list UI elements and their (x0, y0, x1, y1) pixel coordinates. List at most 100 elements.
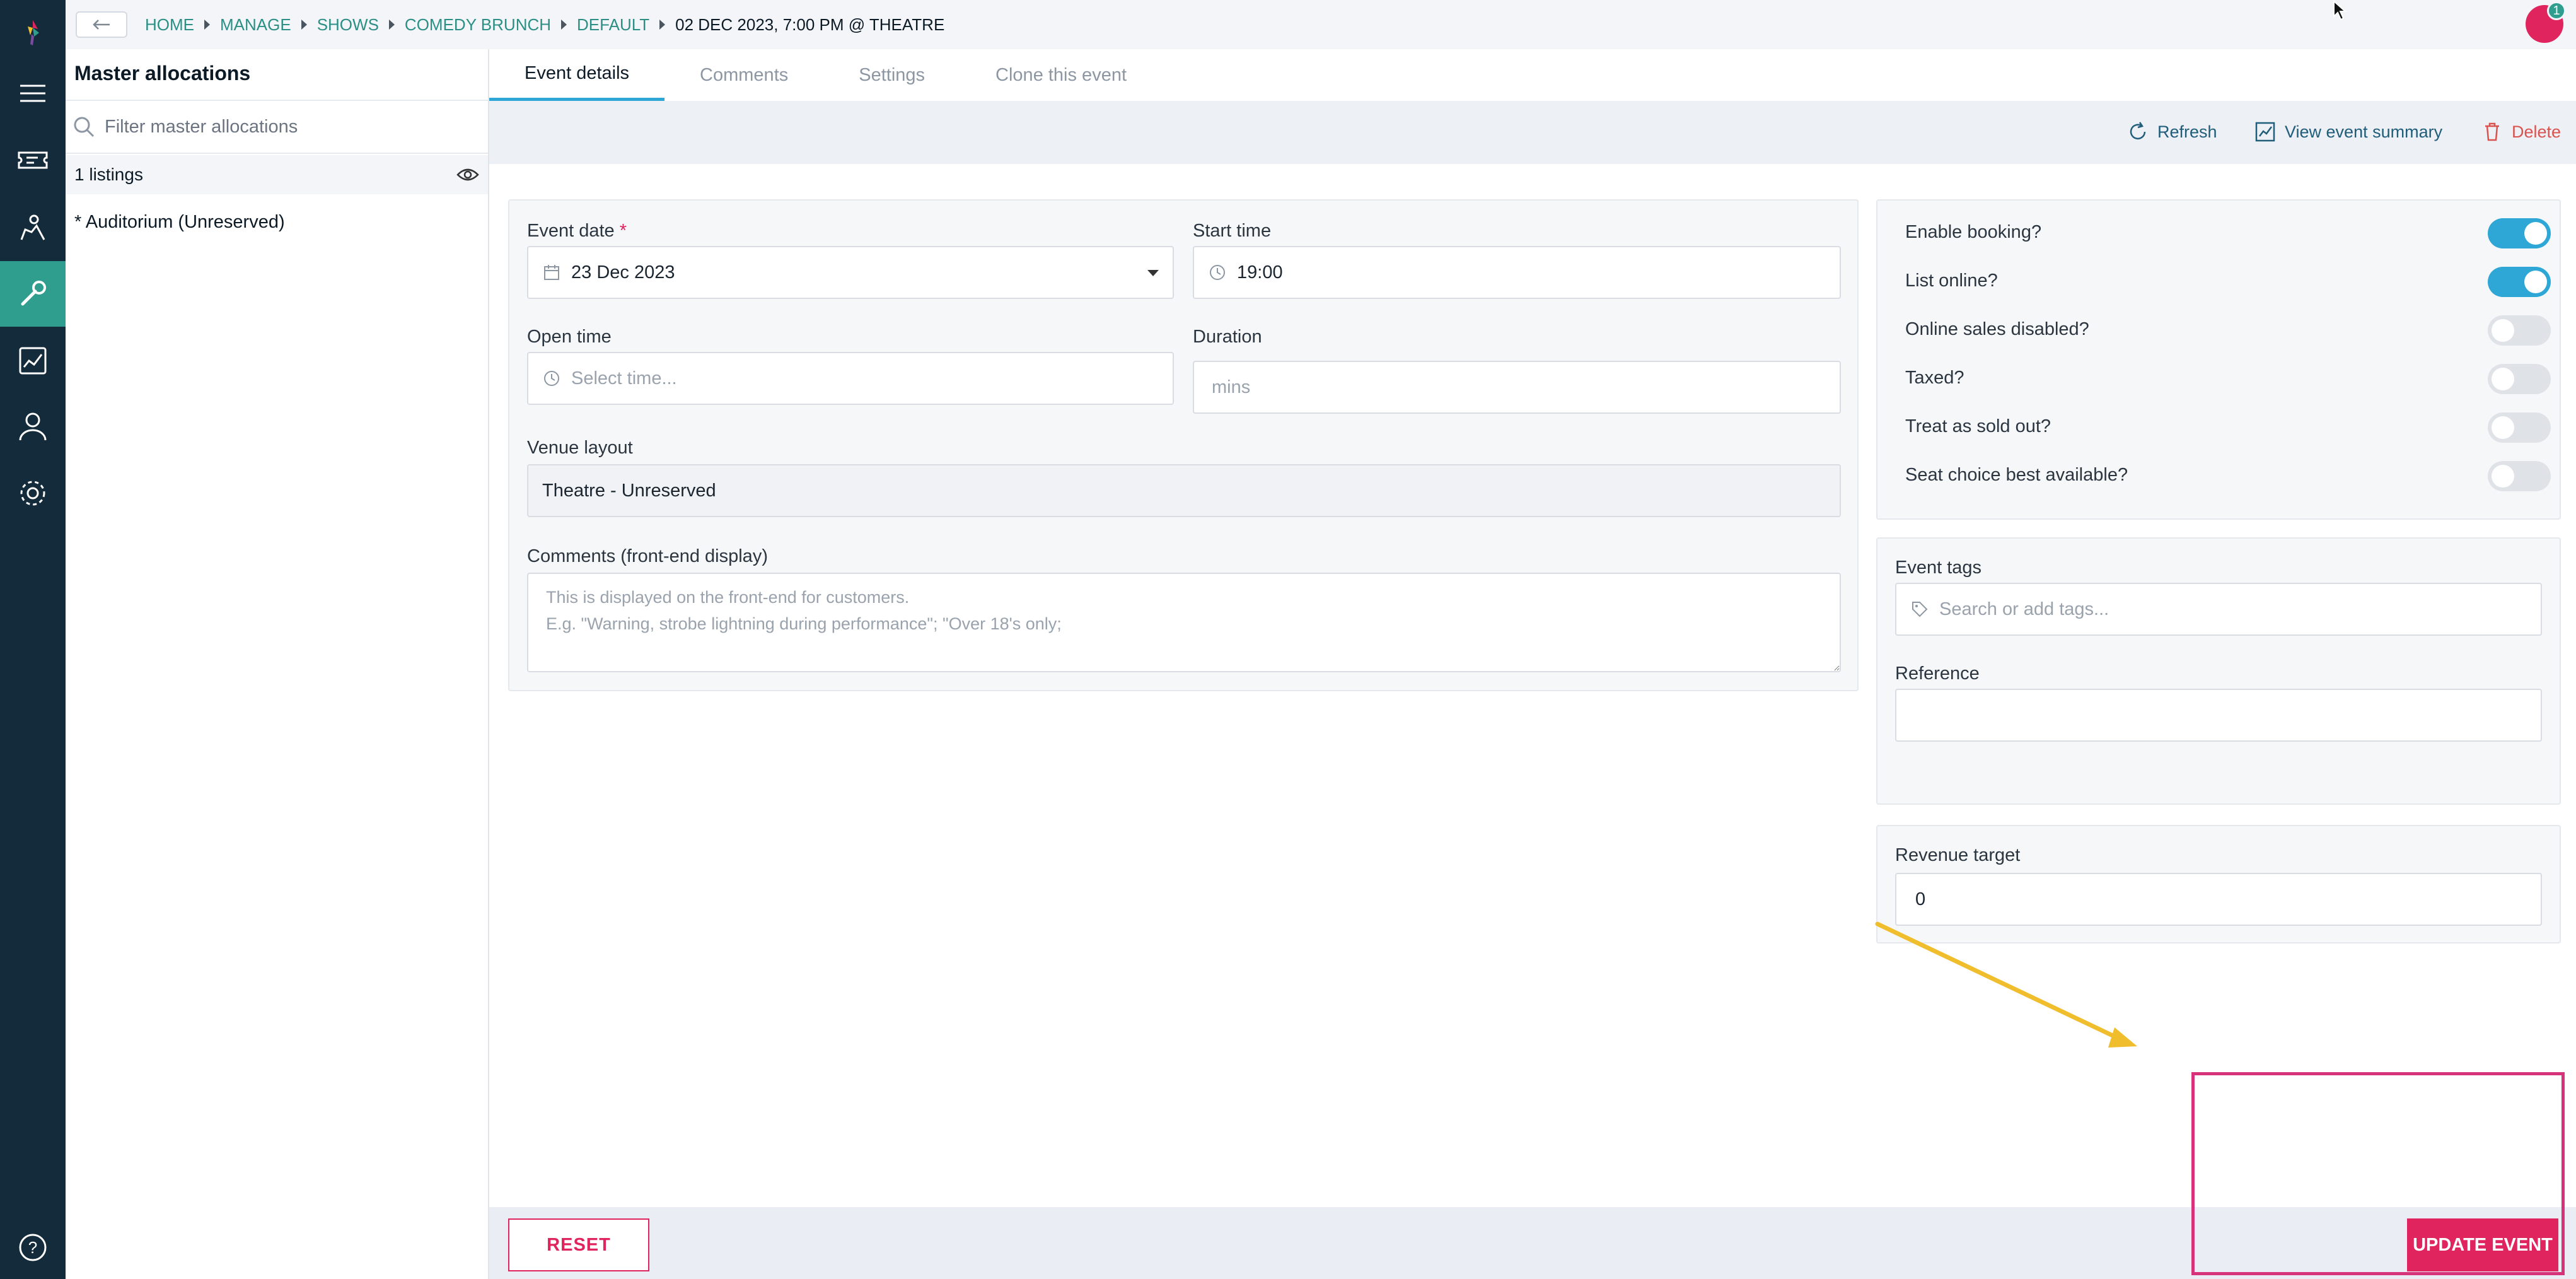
taxed-toggle[interactable] (2488, 364, 2551, 394)
duration-placeholder: mins (1212, 377, 1251, 397)
app-rail: ? (0, 0, 66, 1279)
revenue-target-label: Revenue target (1895, 845, 2021, 865)
listings-count: 1 listings (74, 165, 143, 184)
search-icon (74, 117, 95, 137)
breadcrumb-separator-icon (204, 20, 210, 30)
breadcrumb-separator-icon (301, 20, 307, 30)
clock-icon (544, 371, 559, 386)
toggle-label-enable-booking: Enable booking? (1905, 222, 2042, 242)
settings-gear-icon[interactable] (0, 460, 66, 526)
svg-text:?: ? (28, 1238, 37, 1257)
refresh-label: Refresh (2157, 122, 2217, 141)
action-bar: Refresh View event summary Delete (489, 101, 2576, 164)
clock-icon (1210, 265, 1225, 280)
breadcrumb-manage[interactable]: MANAGE (220, 15, 291, 35)
breadcrumb-separator-icon (561, 20, 567, 30)
tab-comments[interactable]: Comments (664, 49, 823, 101)
tab-clone-event[interactable]: Clone this event (960, 49, 1162, 101)
venue-layout-field: Theatre - Unreserved (527, 464, 1841, 517)
venue-layout-value: Theatre - Unreserved (542, 480, 716, 501)
master-allocations-panel: Master allocations 1 listings * Auditori… (66, 49, 489, 1279)
allocations-filter (66, 100, 488, 154)
toggle-label-sold-out: Treat as sold out? (1905, 416, 2051, 436)
best-available-toggle[interactable] (2488, 461, 2551, 491)
revenue-target-value: 0 (1915, 889, 1926, 909)
list-online-toggle[interactable] (2488, 267, 2551, 297)
breadcrumb-default[interactable]: DEFAULT (577, 15, 649, 35)
enable-booking-toggle[interactable] (2488, 218, 2551, 248)
notification-badge: 1 (2547, 1, 2566, 20)
reset-button[interactable]: RESET (508, 1218, 649, 1271)
avatar[interactable]: 1 (2526, 1, 2566, 43)
open-time-label: Open time (527, 327, 612, 347)
mouse-cursor-icon (2333, 0, 2347, 21)
summary-chart-icon (2255, 122, 2275, 142)
toggle-label-best-available: Seat choice best available? (1905, 465, 2128, 485)
delete-label: Delete (2512, 122, 2561, 141)
booking-options-card: Enable booking? List online? Online sale… (1876, 199, 2561, 520)
breadcrumb-home[interactable]: HOME (145, 15, 194, 35)
marketing-icon[interactable] (0, 194, 66, 260)
venue-layout-label: Venue layout (527, 438, 633, 458)
eye-icon[interactable] (456, 167, 479, 182)
event-tags-placeholder: Search or add tags... (1939, 599, 2109, 619)
ticket-icon[interactable] (0, 127, 66, 193)
duration-label: Duration (1193, 327, 1262, 347)
tags-reference-card: Event tags Search or add tags... Referen… (1876, 537, 2561, 805)
open-time-picker[interactable]: Select time... (527, 352, 1174, 405)
refresh-button[interactable]: Refresh (2127, 121, 2217, 143)
breadcrumb-separator-icon (388, 20, 395, 30)
user-icon[interactable] (0, 394, 66, 459)
annotation-arrow-icon (1875, 921, 2137, 1048)
duration-input[interactable]: mins (1193, 361, 1841, 414)
toggle-label-online-sales-disabled: Online sales disabled? (1905, 319, 2089, 339)
start-time-picker[interactable]: 19:00 (1193, 246, 1841, 299)
top-bar: HOME MANAGE SHOWS COMEDY BRUNCH DEFAULT … (66, 0, 2576, 49)
start-time-value: 19:00 (1237, 262, 1283, 283)
breadcrumb-separator-icon (659, 20, 666, 30)
reference-input[interactable] (1895, 689, 2542, 742)
event-date-value: 23 Dec 2023 (571, 262, 675, 283)
breadcrumb-current-event: 02 DEC 2023, 7:00 PM @ THEATRE (675, 15, 945, 34)
trash-icon (2485, 122, 2499, 141)
allocations-filter-input[interactable] (105, 116, 458, 137)
allocation-item[interactable]: * Auditorium (Unreserved) (74, 212, 285, 233)
tag-icon (1912, 602, 1928, 617)
annotation-highlight-box (2191, 1072, 2565, 1275)
menu-icon[interactable] (0, 61, 66, 126)
delete-button[interactable]: Delete (2481, 121, 2561, 143)
reports-icon[interactable] (0, 328, 66, 394)
breadcrumb-show[interactable]: COMEDY BRUNCH (405, 15, 551, 35)
chevron-down-icon (1147, 270, 1159, 276)
event-tags-input[interactable]: Search or add tags... (1895, 583, 2542, 636)
online-sales-disabled-toggle[interactable] (2488, 315, 2551, 346)
allocations-title: Master allocations (74, 62, 251, 85)
event-tags-label: Event tags (1895, 558, 1982, 578)
event-details-panel: Event date * 23 Dec 2023 Start time 19:0… (489, 164, 2576, 1207)
tab-event-details[interactable]: Event details (489, 49, 665, 101)
tab-settings[interactable]: Settings (823, 49, 960, 101)
reference-label: Reference (1895, 663, 1980, 684)
event-tabs: Event details Comments Settings Clone th… (489, 49, 2576, 101)
breadcrumb: HOME MANAGE SHOWS COMEDY BRUNCH DEFAULT … (145, 15, 944, 35)
back-button[interactable] (76, 11, 127, 38)
help-icon[interactable]: ? (0, 1215, 66, 1279)
logo-icon[interactable] (0, 0, 66, 66)
event-date-picker[interactable]: 23 Dec 2023 (527, 246, 1174, 299)
tools-icon[interactable] (0, 261, 66, 327)
sold-out-toggle[interactable] (2488, 412, 2551, 443)
view-event-summary-button[interactable]: View event summary (2254, 121, 2442, 143)
toggle-label-list-online: List online? (1905, 271, 1998, 291)
open-time-placeholder: Select time... (571, 368, 677, 388)
refresh-icon (2130, 122, 2146, 140)
view-event-summary-label: View event summary (2285, 122, 2443, 141)
start-time-label: Start time (1193, 221, 1272, 241)
arrow-left-icon (93, 20, 110, 30)
breadcrumb-shows[interactable]: SHOWS (317, 15, 379, 35)
event-form-card: Event date * 23 Dec 2023 Start time 19:0… (508, 199, 1859, 691)
comments-textarea[interactable] (527, 573, 1841, 672)
event-date-label: Event date * (527, 221, 627, 241)
comments-label: Comments (front-end display) (527, 546, 768, 566)
toggle-label-taxed: Taxed? (1905, 368, 1964, 388)
calendar-icon (544, 265, 559, 280)
